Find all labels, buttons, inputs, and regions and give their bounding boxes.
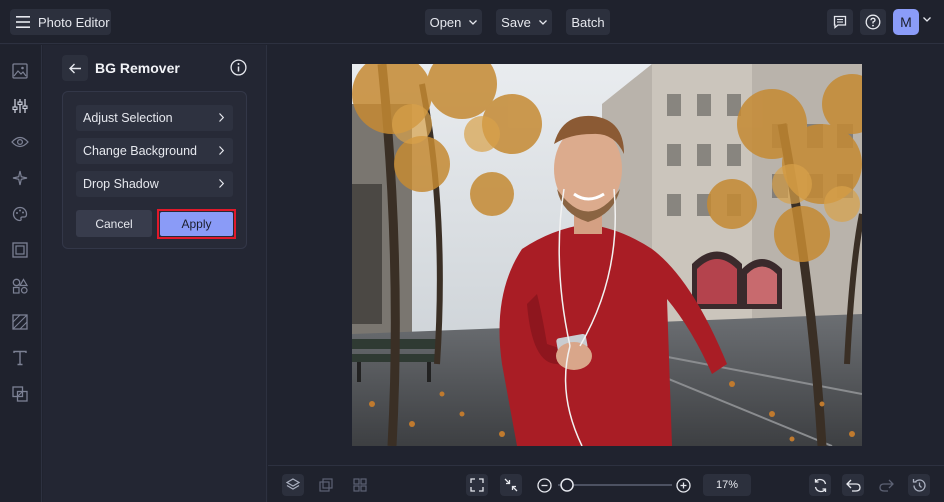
overlay-icon	[12, 386, 28, 402]
back-button[interactable]	[62, 55, 88, 81]
undo-button[interactable]	[842, 474, 864, 496]
batch-button[interactable]: Batch	[566, 9, 610, 35]
bg-remover-options: Adjust Selection Change Background Drop …	[62, 91, 247, 249]
change-background-option[interactable]: Change Background	[76, 138, 233, 164]
help-icon	[865, 14, 881, 30]
text-icon	[13, 350, 27, 366]
rail-item-paint[interactable]	[10, 204, 30, 224]
feedback-icon	[833, 15, 847, 29]
chevron-down-icon	[538, 19, 547, 25]
chevron-right-icon	[219, 179, 224, 188]
option-label: Drop Shadow	[83, 177, 159, 191]
arrow-left-icon	[68, 63, 81, 73]
top-bar: Photo Editor Open Save Batch M	[0, 0, 944, 44]
option-label: Adjust Selection	[83, 111, 173, 125]
panel-title: BG Remover	[95, 60, 180, 76]
zoom-out-button[interactable]	[533, 474, 555, 496]
info-icon[interactable]	[230, 59, 247, 76]
chevron-down-icon[interactable]	[923, 17, 931, 22]
redo-icon	[878, 479, 894, 492]
apply-highlight: Apply	[157, 209, 236, 239]
open-button[interactable]: Open	[425, 9, 482, 35]
feedback-button[interactable]	[827, 9, 853, 35]
save-button[interactable]: Save	[496, 9, 552, 35]
adjustments-icon	[12, 99, 28, 113]
redo-button[interactable]	[875, 474, 897, 496]
history-button[interactable]	[908, 474, 930, 496]
actual-size-button[interactable]	[500, 474, 522, 496]
chevron-right-icon	[219, 146, 224, 155]
compare-button[interactable]	[315, 474, 337, 496]
zoom-slider-thumb	[560, 478, 574, 492]
texture-icon	[12, 314, 28, 330]
reset-button[interactable]	[809, 474, 831, 496]
zoom-out-icon	[536, 477, 552, 493]
shrink-icon	[504, 478, 518, 492]
option-label: Change Background	[83, 144, 197, 158]
save-label: Save	[501, 14, 531, 30]
zoom-slider[interactable]	[556, 478, 674, 492]
avatar[interactable]: M	[893, 9, 919, 35]
rail-item-graphics[interactable]	[10, 276, 30, 296]
rail-item-adjustments[interactable]	[10, 96, 30, 116]
drop-shadow-option[interactable]: Drop Shadow	[76, 171, 233, 197]
chevron-down-icon	[469, 19, 478, 25]
grid-icon	[353, 478, 367, 492]
rail-item-frames[interactable]	[10, 240, 30, 260]
rail-item-image[interactable]	[10, 61, 30, 81]
layers-button[interactable]	[282, 474, 304, 496]
adjust-selection-option[interactable]: Adjust Selection	[76, 105, 233, 131]
rail-item-textures[interactable]	[10, 312, 30, 332]
sparkle-icon	[12, 170, 28, 186]
zoom-level-field[interactable]: 17%	[703, 474, 751, 496]
app-title: Photo Editor	[38, 14, 110, 30]
expand-icon	[470, 478, 484, 492]
grid-button[interactable]	[349, 474, 371, 496]
compare-icon	[319, 478, 333, 492]
frame-icon	[12, 242, 28, 258]
rail-item-view[interactable]	[10, 132, 30, 152]
fit-screen-button[interactable]	[466, 474, 488, 496]
apply-button[interactable]: Apply	[160, 212, 233, 236]
shapes-icon	[12, 278, 28, 294]
edited-photo	[352, 64, 862, 446]
canvas-area	[268, 45, 944, 465]
rail-item-overlays[interactable]	[10, 384, 30, 404]
zoom-in-button[interactable]	[672, 474, 694, 496]
layers-icon	[286, 478, 300, 490]
zoom-in-icon	[675, 477, 691, 493]
photo-canvas[interactable]	[352, 64, 862, 446]
eye-icon	[11, 136, 29, 148]
undo-icon	[845, 479, 861, 492]
app-menu-button[interactable]: Photo Editor	[10, 9, 111, 35]
bottom-toolbar: 17%	[268, 465, 944, 502]
rail-item-text[interactable]	[10, 348, 30, 368]
hamburger-icon	[16, 16, 30, 28]
bg-remover-panel: BG Remover Adjust Selection Change Backg…	[43, 45, 267, 502]
open-label: Open	[429, 14, 462, 30]
palette-icon	[12, 206, 28, 222]
chevron-right-icon	[219, 113, 224, 122]
image-icon	[12, 63, 28, 79]
tool-rail	[0, 45, 42, 502]
history-icon	[912, 478, 926, 492]
cancel-button[interactable]: Cancel	[76, 210, 152, 237]
batch-label: Batch	[571, 14, 605, 30]
rail-item-effects[interactable]	[10, 168, 30, 188]
help-button[interactable]	[860, 9, 886, 35]
refresh-icon	[814, 478, 826, 492]
